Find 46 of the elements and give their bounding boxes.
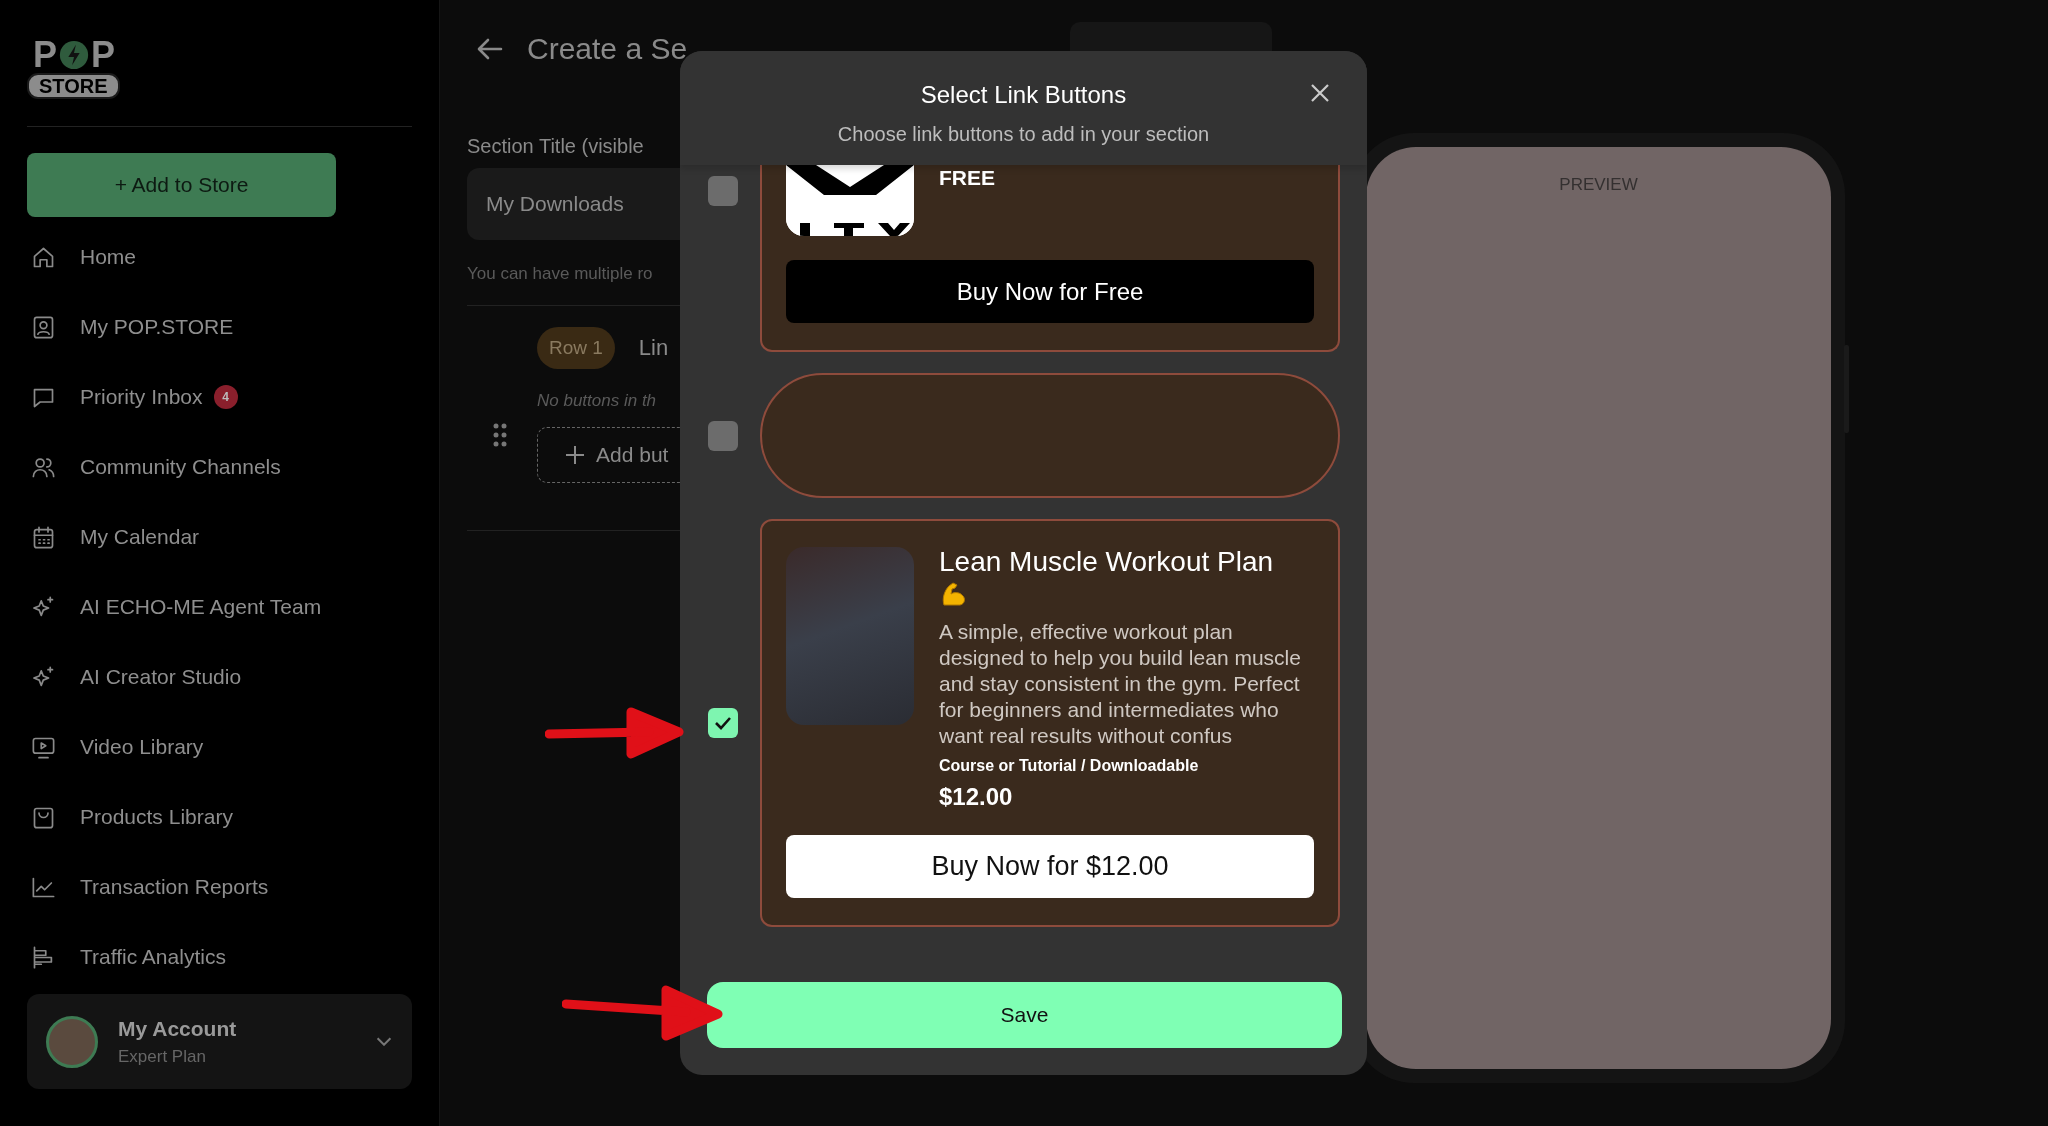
logo-letter: P — [91, 38, 116, 72]
sidebar-link[interactable]: Products Library — [80, 805, 233, 829]
sidebar-link[interactable]: Transaction Reports — [80, 875, 269, 899]
product-description: A simple, effective workout plan designed to help you build lean muscle and stay consistent in the gym. Perfect for beginners and intermediates who want real results without confus — [939, 619, 1302, 749]
row-badge: Row 1 — [537, 327, 615, 369]
sidebar-link[interactable]: Traffic Analytics — [80, 945, 226, 969]
dialog-subtitle: Choose link buttons to add in your section — [837, 123, 1210, 146]
checkbox[interactable] — [708, 176, 738, 206]
buy-now-button[interactable]: Buy Now for Free — [786, 260, 1314, 323]
page-title: Create a Se — [527, 31, 688, 66]
sidebar-link[interactable]: My POP.STORE — [80, 315, 234, 339]
empty-row-text: No buttons in th — [537, 391, 658, 411]
sidebar-link[interactable]: Community Channels — [80, 455, 281, 479]
drag-handle-icon — [493, 423, 507, 447]
checkbox[interactable] — [708, 708, 738, 738]
sidebar-link[interactable]: Video Library — [80, 735, 204, 759]
account-name: My Account — [118, 1016, 238, 1041]
add-to-store-button[interactable]: + Add to Store — [27, 153, 336, 217]
close-button[interactable] — [1309, 82, 1331, 104]
save-button[interactable]: Save — [707, 982, 1342, 1048]
chevron-down-icon — [376, 1037, 392, 1046]
preview-label: PREVIEW — [1559, 175, 1638, 195]
sidebar-link[interactable]: Priority Inbox — [80, 385, 203, 409]
product-title: Lean Muscle Workout Plan — [939, 547, 1275, 577]
sidebar-link[interactable]: AI Creator Studio — [80, 665, 242, 689]
account-card[interactable]: My Account Expert Plan — [27, 994, 412, 1089]
plus-icon — [564, 444, 586, 466]
avatar-circle — [46, 1015, 98, 1068]
field-label: Section Title (visible — [467, 135, 644, 158]
sidebar-link[interactable]: Home — [80, 245, 137, 269]
sidebar-link[interactable]: AI ECHO-ME Agent Team — [80, 595, 322, 619]
logo-badge: STORE — [27, 73, 120, 99]
close-icon — [1309, 82, 1331, 104]
unread-count-badge: 4 — [213, 385, 238, 409]
checkbox[interactable] — [708, 420, 738, 451]
plan-label: Expert Plan — [118, 1046, 207, 1067]
sidebar-link[interactable]: My Calendar — [80, 525, 200, 549]
logo-letter: P — [33, 38, 57, 72]
dialog-title: Select Link Buttons — [920, 81, 1127, 109]
buy-now-button[interactable]: Buy Now for $12.00 — [786, 835, 1314, 898]
bolt-logo-icon — [58, 39, 90, 71]
product-category: Course or Tutorial / Downloadable — [939, 757, 1200, 775]
row-label: Lin — [638, 335, 669, 361]
price-text: FREE — [939, 166, 996, 190]
hint-text: You can have multiple ro — [467, 264, 653, 284]
price-text: $12.00 — [939, 783, 1014, 811]
